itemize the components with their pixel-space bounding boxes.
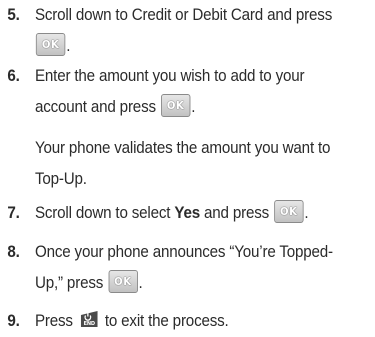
step-text: account and press [34, 98, 156, 116]
step-text: Enter the amount you wish to add to your [34, 67, 305, 85]
end-key-icon: END [80, 310, 98, 327]
step-text: Scroll down to Credit or Debit Card and … [34, 6, 333, 24]
step-text: Scroll down to select [34, 204, 171, 222]
step-number: 9. [7, 312, 20, 330]
yes-option-text: Yes [174, 204, 200, 222]
ok-key-icon: OK [35, 33, 66, 57]
step-note: Your phone validates the amount you want… [34, 139, 331, 157]
step-text: . [66, 37, 71, 55]
step-text: to exit the process. [104, 312, 229, 330]
ok-key-icon: OK [108, 270, 138, 294]
step-text: and press [204, 204, 270, 222]
step-number: 6. [7, 67, 20, 85]
step-number: 7. [7, 204, 20, 222]
step-text: . [304, 204, 309, 222]
step-number: 8. [7, 243, 20, 261]
ok-key-icon: OK [274, 200, 304, 224]
ok-key-icon: OK [160, 94, 191, 118]
step-text: Press [34, 312, 73, 330]
step-text: Once your phone announces “You’re Topped… [34, 243, 333, 261]
step-text: Up,” press [34, 274, 104, 292]
step-number: 5. [7, 6, 20, 24]
end-key-label: END [83, 320, 95, 326]
step-note: Top-Up. [34, 170, 87, 188]
step-text: . [138, 274, 143, 292]
instruction-page: 5. Scroll down to Credit or Debit Card a… [0, 0, 375, 337]
step-text: . [191, 98, 196, 116]
